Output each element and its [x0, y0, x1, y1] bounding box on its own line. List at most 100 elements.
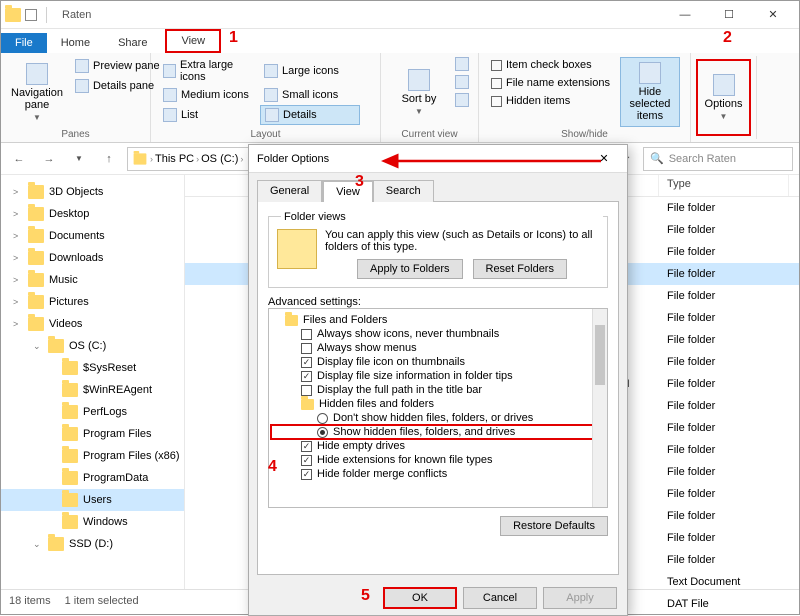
- tab-file[interactable]: File: [1, 33, 47, 53]
- back-button[interactable]: ←: [7, 147, 31, 171]
- dlg-tab-general[interactable]: General: [257, 180, 322, 202]
- details-icon: [265, 108, 279, 122]
- breadcrumb-thispc[interactable]: This PC: [155, 153, 194, 165]
- breadcrumb-drive[interactable]: OS (C:): [201, 153, 238, 165]
- sidebar-item[interactable]: >3D Objects: [1, 181, 184, 203]
- options-label: Options: [705, 98, 743, 110]
- sidebar-item[interactable]: Program Files: [1, 423, 184, 445]
- advanced-settings-list[interactable]: Files and FoldersAlways show icons, neve…: [268, 308, 608, 508]
- sidebar-item[interactable]: Windows: [1, 511, 184, 533]
- details-pane-button[interactable]: Details pane: [71, 77, 164, 95]
- preview-pane-button[interactable]: Preview pane: [71, 57, 164, 75]
- checkbox-icon: ✓: [301, 455, 312, 466]
- sort-by-button[interactable]: Sort by ▼: [389, 57, 449, 127]
- adv-setting[interactable]: ✓Display file size information in folder…: [271, 369, 605, 383]
- dlg-tab-search[interactable]: Search: [374, 180, 434, 202]
- sidebar-item[interactable]: >Documents: [1, 225, 184, 247]
- layout-medium[interactable]: Medium icons: [159, 86, 259, 104]
- sidebar-item[interactable]: Program Files (x86): [1, 445, 184, 467]
- checkbox-icon: ✓: [301, 357, 312, 368]
- reset-folders-button[interactable]: Reset Folders: [473, 259, 567, 279]
- adv-setting[interactable]: ✓Display file icon on thumbnails: [271, 355, 605, 369]
- tab-view[interactable]: View: [165, 29, 221, 53]
- ok-button[interactable]: OK: [383, 587, 457, 609]
- adv-setting[interactable]: Display the full path in the title bar: [271, 383, 605, 397]
- options-button[interactable]: Options ▼: [700, 63, 747, 132]
- forward-button[interactable]: →: [37, 147, 61, 171]
- adv-setting[interactable]: ✓Hide extensions for known file types: [271, 453, 605, 467]
- sidebar-item[interactable]: >Videos: [1, 313, 184, 335]
- folder-icon: [62, 493, 78, 507]
- navigation-pane-button[interactable]: Navigation pane ▼: [9, 57, 65, 127]
- layout-group-label: Layout: [159, 129, 372, 140]
- close-button[interactable]: ✕: [751, 1, 795, 29]
- history-button[interactable]: ▼: [67, 147, 91, 171]
- sidebar-item[interactable]: $SysReset: [1, 357, 184, 379]
- sm-icon: [264, 88, 278, 102]
- preview-pane-icon: [75, 59, 89, 73]
- adv-setting[interactable]: Always show icons, never thumbnails: [271, 327, 605, 341]
- ribbon-tabs: File Home Share View: [1, 29, 799, 53]
- restore-defaults-button[interactable]: Restore Defaults: [500, 516, 608, 536]
- showhide-label: Show/hide: [487, 129, 682, 140]
- layout-details[interactable]: Details: [260, 105, 360, 125]
- adv-setting[interactable]: Don't show hidden files, folders, or dri…: [271, 411, 605, 425]
- sidebar-item[interactable]: ProgramData: [1, 467, 184, 489]
- folder-icon: [301, 399, 314, 410]
- adv-setting[interactable]: Always show menus: [271, 341, 605, 355]
- hide-selected-items-button[interactable]: Hide selected items: [620, 57, 680, 127]
- cancel-button[interactable]: Cancel: [463, 587, 537, 609]
- minimize-button[interactable]: —: [663, 1, 707, 29]
- search-placeholder: Search Raten: [669, 153, 736, 165]
- folder-icon: [62, 427, 78, 441]
- item-check-boxes[interactable]: Item check boxes: [487, 57, 614, 73]
- search-icon: 🔍: [650, 152, 664, 165]
- layout-list[interactable]: List: [159, 105, 259, 125]
- folder-icon: [62, 405, 78, 419]
- scrollbar[interactable]: [592, 309, 607, 507]
- sidebar-item[interactable]: ⌄SSD (D:): [1, 533, 184, 555]
- sidebar-item[interactable]: Users: [1, 489, 184, 511]
- search-input[interactable]: 🔍 Search Raten: [643, 147, 793, 171]
- adv-setting[interactable]: Files and Folders: [271, 313, 605, 327]
- file-name-extensions[interactable]: File name extensions: [487, 75, 614, 91]
- maximize-button[interactable]: ☐: [707, 1, 751, 29]
- folder-icon: [28, 185, 44, 199]
- folder-icon: [5, 8, 21, 22]
- sidebar-item[interactable]: $WinREAgent: [1, 379, 184, 401]
- dialog-title: Folder Options: [257, 153, 329, 165]
- sidebar-item[interactable]: PerfLogs: [1, 401, 184, 423]
- sidebar-item[interactable]: >Downloads: [1, 247, 184, 269]
- size-icon[interactable]: [455, 93, 469, 107]
- apply-to-folders-button[interactable]: Apply to Folders: [357, 259, 462, 279]
- panes-group-label: Panes: [9, 129, 142, 140]
- options-icon: [713, 74, 735, 96]
- annotation-4: 4: [268, 458, 277, 476]
- sidebar-item[interactable]: ⌄OS (C:): [1, 335, 184, 357]
- adv-setting[interactable]: ✓Hide folder merge conflicts: [271, 467, 605, 481]
- tab-home[interactable]: Home: [47, 33, 104, 53]
- checkbox-icon: ✓: [301, 441, 312, 452]
- sidebar-item[interactable]: >Pictures: [1, 291, 184, 313]
- apply-button[interactable]: Apply: [543, 587, 617, 609]
- layout-small[interactable]: Small icons: [260, 86, 360, 104]
- adv-setting[interactable]: ✓Hide empty drives: [271, 439, 605, 453]
- hidden-items[interactable]: Hidden items: [487, 93, 614, 109]
- tab-share[interactable]: Share: [104, 33, 161, 53]
- checkbox-icon: ✓: [301, 371, 312, 382]
- folder-options-dialog: Folder Options ✕ General View Search Fol…: [248, 144, 628, 616]
- qat-icon[interactable]: [25, 9, 37, 21]
- adv-setting[interactable]: Show hidden files, folders, and drives: [271, 425, 605, 439]
- adv-setting[interactable]: Hidden files and folders: [271, 397, 605, 411]
- col-type[interactable]: Type: [659, 175, 789, 196]
- status-selection: 1 item selected: [65, 595, 139, 607]
- sidebar-item[interactable]: >Music: [1, 269, 184, 291]
- layout-extra-large[interactable]: Extra large icons: [159, 57, 259, 85]
- folder-icon: [134, 153, 147, 164]
- dlg-tab-view[interactable]: View: [322, 180, 374, 202]
- layout-large[interactable]: Large icons: [260, 57, 360, 85]
- up-button[interactable]: ↑: [97, 147, 121, 171]
- sidebar-item[interactable]: >Desktop: [1, 203, 184, 225]
- addcol-icon[interactable]: [455, 57, 469, 71]
- group-icon[interactable]: [455, 75, 469, 89]
